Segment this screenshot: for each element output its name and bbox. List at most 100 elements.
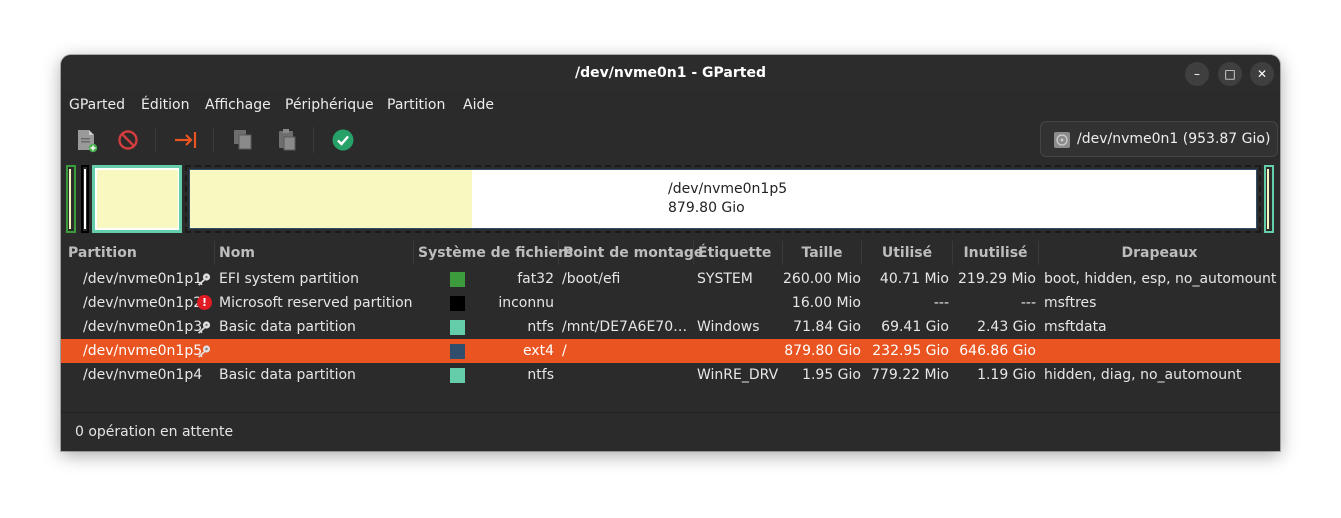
menu-aide[interactable]: Aide	[463, 91, 494, 119]
partition-used: ---	[933, 295, 949, 311]
partition-flags: msftdata	[1044, 319, 1107, 335]
partition-path: /dev/nvme0n1p2	[83, 295, 203, 311]
delete-icon[interactable]	[115, 127, 141, 153]
disk-segment-p4-used	[1267, 169, 1269, 229]
header-nom[interactable]: Nom	[215, 241, 414, 265]
disk-segment-p4[interactable]	[1264, 165, 1274, 233]
disk-segment-p5-size: 879.80 Gio	[668, 200, 745, 216]
mount-point	[562, 291, 692, 315]
table-row[interactable]: /dev/nvme0n1p4 Basic data partition ntfs Wi…	[61, 363, 1280, 387]
device-selector[interactable]: /dev/nvme0n1 (953.87 Gio) ⌄	[1040, 121, 1278, 157]
filesystem-color-swatch	[450, 320, 465, 335]
partition-table: Partition Nom Système de fichiers Point …	[61, 241, 1280, 411]
table-row-selected[interactable]: /dev/nvme0n1p5 ext4 / 879.80 Gio 232.95 Gio 6…	[61, 339, 1280, 363]
filesystem-type: ntfs	[527, 319, 554, 335]
partition-unused: ---	[1020, 295, 1036, 311]
header-size[interactable]: Taille	[783, 241, 862, 265]
partition-name	[219, 339, 414, 363]
disk-segment-p1[interactable]	[66, 165, 76, 233]
warning-icon: !	[197, 295, 212, 310]
mount-point: /boot/efi	[562, 271, 621, 287]
table-row[interactable]: /dev/nvme0n1p2! Microsoft reserved partit…	[61, 291, 1280, 315]
table-header: Partition Nom Système de fichiers Point …	[61, 241, 1280, 265]
partition-used: 779.22 Mio	[871, 367, 949, 383]
partition-unused: 646.86 Gio	[959, 343, 1036, 359]
mount-point	[562, 363, 692, 387]
paste-icon[interactable]	[274, 127, 300, 153]
partition-label: SYSTEM	[697, 271, 753, 287]
header-label[interactable]: Étiquette	[694, 241, 783, 265]
close-button[interactable]: ✕	[1250, 62, 1274, 86]
menu-edition[interactable]: Édition	[141, 91, 189, 119]
pending-operations-text: 0 opération en attente	[75, 424, 234, 440]
disk-map: /dev/nvme0n1p5 879.80 Gio	[61, 163, 1280, 235]
header-used[interactable]: Utilisé	[862, 241, 953, 265]
apply-icon[interactable]	[330, 127, 356, 153]
partition-path: /dev/nvme0n1p1	[83, 271, 203, 287]
partition-size: 71.84 Gio	[793, 319, 861, 335]
partition-path: /dev/nvme0n1p3	[83, 319, 203, 335]
maximize-button[interactable]: □	[1218, 62, 1242, 86]
table-row[interactable]: /dev/nvme0n1p1 EFI system partition fat32 /…	[61, 267, 1280, 291]
partition-label: Windows	[697, 319, 760, 335]
menu-partition[interactable]: Partition	[387, 91, 445, 119]
new-partition-icon[interactable]	[73, 127, 99, 153]
gparted-window: /dev/nvme0n1 - GParted – □ ✕ GParted Édi…	[61, 55, 1280, 451]
minimize-button[interactable]: –	[1185, 62, 1209, 86]
filesystem-type: ext4	[522, 343, 554, 359]
disk-segment-p3[interactable]	[92, 165, 182, 233]
disk-segment-p5-text: /dev/nvme0n1p5 879.80 Gio	[668, 180, 787, 218]
header-mount[interactable]: Point de montage	[559, 241, 703, 265]
partition-size: 879.80 Gio	[784, 343, 861, 359]
partition-flags: msftres	[1044, 295, 1097, 311]
filesystem-type: inconnu	[498, 295, 554, 311]
key-icon	[198, 273, 211, 286]
resize-move-icon[interactable]	[173, 127, 199, 153]
partition-size: 16.00 Mio	[791, 295, 861, 311]
partition-size: 260.00 Mio	[783, 271, 861, 287]
partition-used: 69.41 Gio	[881, 319, 949, 335]
partition-unused: 2.43 Gio	[977, 319, 1036, 335]
partition-used: 40.71 Mio	[879, 271, 949, 287]
disk-segment-p1-used	[69, 169, 71, 229]
key-icon	[198, 345, 211, 358]
partition-flags: hidden, diag, no_automount	[1044, 367, 1242, 383]
partition-size: 1.95 Gio	[802, 367, 861, 383]
menu-peripherique[interactable]: Périphérique	[285, 91, 374, 119]
partition-label	[697, 339, 781, 363]
table-row[interactable]: /dev/nvme0n1p3 Basic data partition ntfs/m…	[61, 315, 1280, 339]
disk-segment-p5-selected[interactable]: /dev/nvme0n1p5 879.80 Gio	[185, 165, 1261, 233]
header-fs[interactable]: Système de fichiers	[414, 241, 573, 265]
partition-name: Microsoft reserved partition	[219, 295, 413, 311]
filesystem-color-swatch	[450, 296, 465, 311]
filesystem-color-swatch	[450, 368, 465, 383]
partition-name: EFI system partition	[219, 271, 359, 287]
disk-segment-p2[interactable]	[81, 165, 89, 233]
toolbar-separator	[213, 127, 214, 153]
partition-path: /dev/nvme0n1p4	[83, 367, 203, 383]
mount-point: /	[562, 343, 567, 359]
partition-unused: 219.29 Mio	[958, 271, 1036, 287]
filesystem-type: ntfs	[527, 367, 554, 383]
copy-icon[interactable]	[230, 127, 256, 153]
status-bar: 0 opération en attente	[61, 412, 1280, 451]
disk-segment-p5-label: /dev/nvme0n1p5	[668, 181, 788, 197]
disk-segment-p5-used	[190, 170, 472, 228]
menu-affichage[interactable]: Affichage	[205, 91, 271, 119]
toolbar-separator	[155, 127, 156, 153]
mount-point: /mnt/DE7A6E70…	[562, 319, 688, 335]
title-bar: /dev/nvme0n1 - GParted – □ ✕	[61, 55, 1280, 91]
partition-unused: 1.19 Gio	[977, 367, 1036, 383]
header-unused[interactable]: Inutilisé	[953, 241, 1039, 265]
hard-disk-icon	[1054, 132, 1070, 148]
header-flags[interactable]: Drapeaux	[1039, 241, 1280, 265]
chevron-down-icon: ⌄	[1256, 132, 1267, 146]
disk-segment-p3-used	[97, 170, 178, 228]
partition-flags	[1044, 339, 1280, 363]
header-partition[interactable]: Partition	[64, 241, 215, 265]
partition-name: Basic data partition	[219, 367, 356, 383]
filesystem-type: fat32	[517, 271, 554, 287]
toolbar-separator	[313, 127, 314, 153]
menu-gparted[interactable]: GParted	[69, 91, 125, 119]
partition-path: /dev/nvme0n1p5	[83, 343, 203, 359]
